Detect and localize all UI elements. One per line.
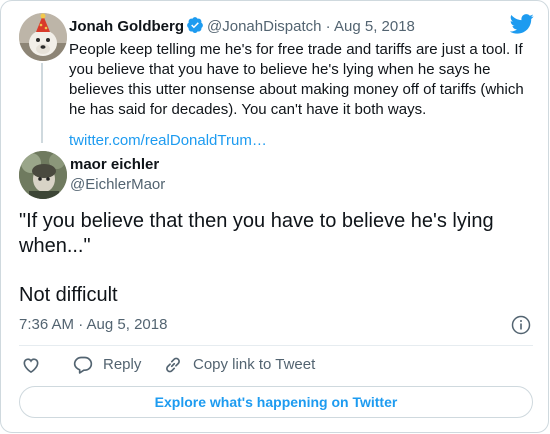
reply-button[interactable]: Reply — [73, 355, 141, 375]
tweet-text: "If you believe that then you have to be… — [19, 210, 494, 257]
reply-author-name[interactable]: maor eichler — [70, 155, 159, 175]
separator-dot: · — [325, 18, 331, 35]
portrait-avatar-icon — [19, 151, 67, 199]
verified-badge-icon — [187, 17, 203, 33]
heart-icon — [23, 358, 39, 374]
copy-link-label: Copy link to Tweet — [193, 356, 316, 373]
link-icon — [166, 357, 180, 373]
quoted-tweet-link[interactable]: twitter.com/realDonaldTrum… — [69, 131, 267, 151]
explore-label: Explore what's happening on Twitter — [154, 394, 398, 410]
author-handle[interactable]: @JonahDispatch — [207, 18, 321, 35]
parent-tweet-header: Jonah Goldberg @JonahDispatch · Aug 5, 20… — [69, 16, 415, 37]
tweet-date[interactable]: Aug 5, 2018 — [334, 18, 415, 35]
reply-author-handle[interactable]: @EichlerMaor — [70, 175, 165, 195]
reply-label: Reply — [103, 356, 142, 373]
tweet-text-second-paragraph: Not difficult — [19, 284, 118, 306]
thread-connector-line — [41, 63, 43, 143]
divider — [19, 345, 533, 346]
parent-tweet-text: People keep telling me he's for free tra… — [69, 41, 524, 118]
reply-bubble-icon — [73, 356, 93, 374]
tweet-timestamp[interactable]: 7:36 AM · Aug 5, 2018 — [19, 315, 167, 335]
embedded-tweet-card: Jonah Goldberg @JonahDispatch · Aug 5, 20… — [0, 0, 549, 433]
explore-twitter-button[interactable]: Explore what's happening on Twitter — [19, 386, 533, 418]
reply-author-avatar[interactable] — [19, 151, 67, 199]
avatar[interactable] — [19, 13, 67, 61]
twitter-bird-icon[interactable] — [510, 14, 534, 34]
like-button[interactable] — [21, 355, 41, 375]
tweet-actions: Reply Copy link to Tweet — [19, 355, 533, 377]
author-name[interactable]: Jonah Goldberg — [69, 18, 184, 35]
dog-avatar-icon — [19, 13, 67, 61]
info-icon[interactable] — [511, 315, 531, 335]
copy-link-button[interactable]: Copy link to Tweet — [163, 355, 315, 375]
